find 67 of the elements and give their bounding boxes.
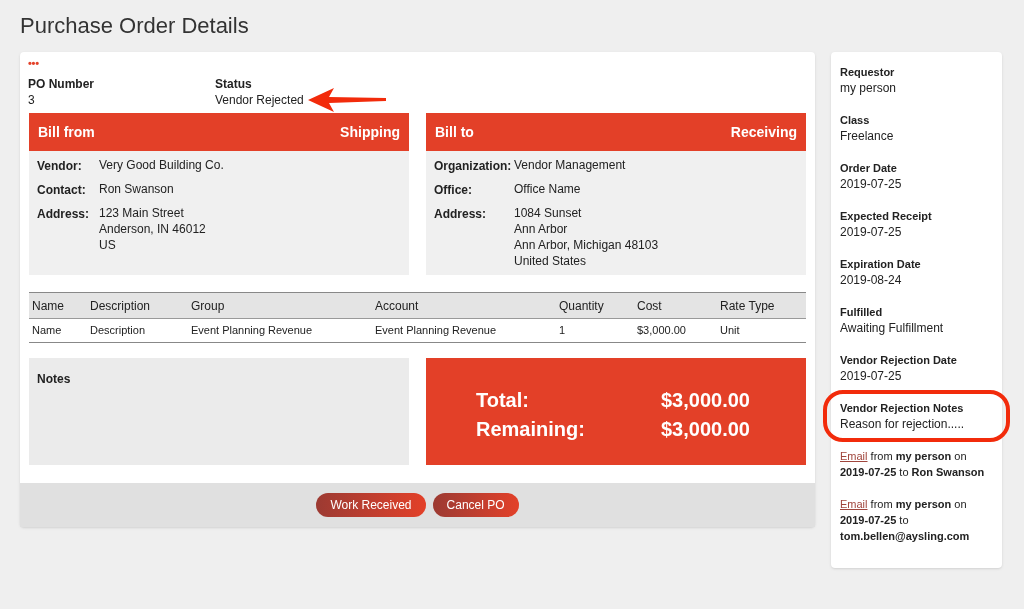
total-value: $3,000.00 (661, 388, 750, 413)
field-label: Address: (434, 206, 487, 223)
field-label: Fulfilled (840, 305, 883, 320)
field-value: Ron Swanson (99, 181, 174, 197)
page-title: Purchase Order Details (20, 12, 249, 40)
field-value: United States (514, 253, 587, 269)
table-cell-text: Name (31, 323, 62, 339)
email-link[interactable]: Email (840, 450, 868, 462)
field-value: Awaiting Fulfillment (840, 320, 944, 336)
field-value: Office Name (514, 181, 581, 197)
email-link[interactable]: Email (840, 498, 868, 510)
field-label: Organization: (434, 158, 513, 174)
field-value: 123 Main Street (99, 205, 184, 221)
column-header: Group (190, 297, 225, 315)
field-label: Vendor: (37, 158, 83, 174)
table-cell-text: 1 (558, 323, 566, 339)
field-value: 3 (28, 92, 35, 108)
table-cell-text: Description (89, 323, 146, 339)
field-value: 2019-08-24 (840, 272, 902, 288)
field-value: 2019-07-25 (840, 224, 902, 240)
field-value: Ann Arbor (514, 221, 568, 237)
column-header: Name (31, 297, 64, 315)
total-label: Remaining: (476, 417, 585, 442)
panel-subtitle: Receiving (730, 122, 797, 142)
field-value: Vendor Management (514, 157, 626, 173)
field-value: Vendor Rejected (215, 92, 304, 108)
table-cell-text: $3,000.00 (636, 323, 686, 339)
column-header: Description (89, 297, 151, 315)
table-cell-text: Unit (719, 323, 740, 339)
field-label: Vendor Rejection Notes (840, 401, 964, 416)
field-value: Reason for rejection..... (840, 416, 965, 432)
field-label: Requestor (840, 65, 895, 80)
notes-label: Notes (37, 371, 71, 388)
panel-title: Bill from (38, 122, 95, 142)
field-label: Status (215, 76, 252, 92)
field-value: my person (840, 80, 897, 96)
table-cell-text: Event Planning Revenue (190, 323, 313, 339)
column-header: Quantity (558, 297, 604, 315)
field-label: Expiration Date (840, 257, 921, 272)
field-label: PO Number (28, 76, 94, 92)
field-value: 2019-07-25 (840, 368, 902, 384)
field-label: Vendor Rejection Date (840, 353, 957, 368)
field-value: Ann Arbor, Michigan 48103 (514, 237, 659, 253)
field-label: Order Date (840, 161, 897, 176)
action-button[interactable]: Work Received (316, 493, 426, 517)
field-value: Freelance (840, 128, 894, 144)
field-label: Office: (434, 182, 473, 198)
field-label: Class (840, 113, 870, 128)
total-value: $3,000.00 (661, 417, 750, 442)
field-value: 2019-07-25 (840, 176, 902, 192)
table-cell-text: Event Planning Revenue (374, 323, 497, 339)
panel-title: Bill to (435, 122, 474, 142)
email-log-entry: Email from my person on 2019-07-25 to tom.bellen@aysling.com (840, 497, 971, 544)
field-label: Expected Receipt (840, 209, 932, 224)
field-value: US (99, 237, 116, 253)
action-button[interactable]: Cancel PO (432, 493, 519, 517)
column-header: Cost (636, 297, 662, 315)
field-value: Very Good Building Co. (99, 157, 224, 173)
field-label: Address: (37, 206, 90, 223)
email-log-entry: Email from my person on 2019-07-25 to Ron Swanson (840, 449, 986, 480)
field-value: Anderson, IN 46012 (99, 221, 206, 237)
column-header: Rate Type (719, 297, 775, 315)
column-header: Account (374, 297, 419, 315)
panel-subtitle: Shipping (340, 122, 400, 142)
total-label: Total: (476, 388, 529, 413)
field-label: Contact: (37, 182, 87, 198)
field-value: 1084 Sunset (514, 205, 582, 221)
